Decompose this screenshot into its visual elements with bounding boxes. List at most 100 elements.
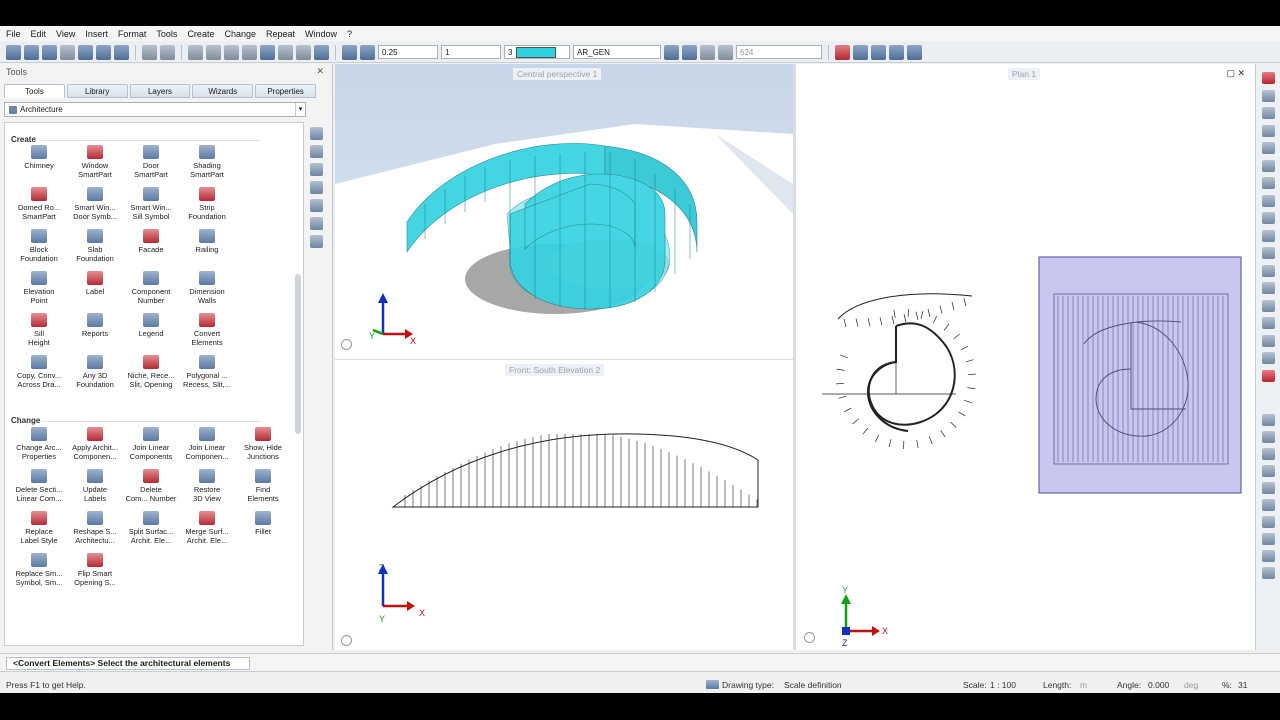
- tool-button[interactable]: Elevation Point: [11, 271, 67, 305]
- zoom-icon[interactable]: [1262, 431, 1275, 443]
- tile-icon[interactable]: [907, 44, 922, 60]
- arc-icon[interactable]: [1262, 142, 1275, 154]
- tool-button[interactable]: Slab Foundation: [67, 229, 123, 263]
- tool-button[interactable]: Replace Sm... Symbol, Sm...: [11, 553, 67, 587]
- scale-value[interactable]: 1 : 100: [990, 680, 1016, 690]
- tool-button[interactable]: Join Linear Components: [123, 427, 179, 461]
- copy-icon[interactable]: [96, 44, 111, 60]
- tool-button[interactable]: Join Linear Componen...: [179, 427, 235, 461]
- category-select[interactable]: Architecture ▾: [4, 102, 306, 117]
- menu-item[interactable]: Insert: [85, 29, 108, 39]
- tool-button[interactable]: Legend: [123, 313, 179, 338]
- tool-button[interactable]: Sill Height: [11, 313, 67, 347]
- mirror-icon[interactable]: [278, 44, 293, 60]
- format-pen-icon[interactable]: [342, 44, 357, 60]
- grid-icon[interactable]: [1262, 282, 1275, 294]
- measure-icon[interactable]: [1262, 482, 1275, 494]
- undo-icon[interactable]: [142, 44, 157, 60]
- tool-button[interactable]: Door SmartPart: [123, 145, 179, 179]
- funnel-clear-icon[interactable]: [1262, 567, 1275, 579]
- layer-visibility-icon[interactable]: [682, 44, 697, 60]
- tool-button[interactable]: Reshape S... Architectu...: [67, 511, 123, 545]
- tool-button[interactable]: Merge Surf... Archit. Ele...: [179, 511, 235, 545]
- terrain-icon[interactable]: [310, 235, 323, 248]
- tab-library[interactable]: Library: [66, 84, 128, 98]
- search-icon[interactable]: [310, 127, 323, 140]
- paste-icon[interactable]: [114, 44, 129, 60]
- tool-button[interactable]: Domed Ro... SmartPart: [11, 187, 67, 221]
- search-field[interactable]: 624: [736, 45, 822, 59]
- sum-icon[interactable]: [1262, 533, 1275, 545]
- move-icon[interactable]: [260, 44, 275, 60]
- tool-button[interactable]: Copy, Conv... Across Dra...: [11, 355, 67, 389]
- tab-tools[interactable]: Tools: [4, 84, 65, 98]
- tool-button[interactable]: Window SmartPart: [67, 145, 123, 179]
- copy-icon[interactable]: [1262, 194, 1275, 207]
- cut-icon[interactable]: [78, 44, 93, 60]
- settings-icon[interactable]: [341, 635, 352, 646]
- layer-settings-icon[interactable]: [664, 44, 679, 60]
- tool-button[interactable]: Label: [67, 271, 123, 296]
- layer-filter-icon[interactable]: [718, 44, 733, 60]
- command-prompt[interactable]: <Convert Elements> Select the architectu…: [6, 657, 250, 670]
- stair-icon[interactable]: [310, 217, 323, 230]
- tool-button[interactable]: Convert Elements: [179, 313, 235, 347]
- delete-icon[interactable]: [242, 44, 257, 60]
- color-select[interactable]: 3: [504, 45, 570, 59]
- tool-button[interactable]: Split Surfac... Archit. Ele...: [123, 511, 179, 545]
- tool-button[interactable]: Niche, Rece... Slit, Opening: [123, 355, 179, 389]
- front-elevation-viewport[interactable]: X Z Y Front: South Elevation 2: [335, 359, 793, 650]
- fill-icon[interactable]: [1262, 159, 1275, 172]
- menu-item[interactable]: Tools: [156, 29, 177, 39]
- settings-icon[interactable]: [804, 632, 815, 643]
- layout-icon[interactable]: [853, 44, 868, 60]
- tool-button[interactable]: Change Arc... Properties: [11, 427, 67, 461]
- layer-icon[interactable]: [1262, 177, 1275, 189]
- drawing-type-icon[interactable]: [706, 680, 719, 689]
- tool-button[interactable]: Apply Archit... Componen...: [67, 427, 123, 461]
- tab-layers[interactable]: Layers: [129, 84, 191, 98]
- tab-wizards[interactable]: Wizards: [192, 84, 254, 98]
- tool-button[interactable]: Any 3D Foundation: [67, 355, 123, 389]
- delete-icon[interactable]: [1262, 369, 1275, 382]
- tool-button[interactable]: Find Elements: [235, 469, 291, 503]
- tool-button[interactable]: Component Number: [123, 271, 179, 305]
- menu-item[interactable]: Create: [187, 29, 214, 39]
- line-icon[interactable]: [1262, 89, 1275, 102]
- plot-icon[interactable]: [1262, 352, 1275, 364]
- rotate-icon[interactable]: [296, 44, 311, 60]
- tool-button[interactable]: Smart Win... Door Symb...: [67, 187, 123, 221]
- menu-item[interactable]: ?: [347, 29, 352, 39]
- save-icon[interactable]: [42, 44, 57, 60]
- tool-button[interactable]: Chimney: [11, 145, 67, 170]
- tool-button[interactable]: Facade: [123, 229, 179, 254]
- window-arrange-icon[interactable]: [889, 44, 904, 60]
- funnel-icon[interactable]: [1262, 550, 1275, 562]
- tool-button[interactable]: Replace Label Style: [11, 511, 67, 545]
- stretch-icon[interactable]: [1262, 247, 1275, 259]
- viewport-splitter[interactable]: [793, 64, 795, 650]
- tool-button[interactable]: Fillet: [235, 511, 291, 536]
- tool-button[interactable]: Smart Win... Sill Symbol: [123, 187, 179, 221]
- rectangle-icon[interactable]: [188, 44, 203, 60]
- tool-button[interactable]: Shading SmartPart: [179, 145, 235, 179]
- pen-icon[interactable]: [1262, 72, 1275, 84]
- paint-icon[interactable]: [1262, 299, 1275, 312]
- layer-select[interactable]: AR_GEN: [573, 45, 661, 59]
- tool-button[interactable]: Update Labels: [67, 469, 123, 503]
- tool-button[interactable]: Flip Smart Opening S...: [67, 553, 123, 587]
- align-icon[interactable]: [1262, 499, 1275, 511]
- tab-properties[interactable]: Properties: [255, 84, 316, 98]
- roof-icon[interactable]: [310, 199, 323, 212]
- open-file-icon[interactable]: [24, 44, 39, 60]
- tool-button[interactable]: Strip Foundation: [179, 187, 235, 221]
- tool-button[interactable]: Polygonal ... Recess, Slit,...: [179, 355, 235, 389]
- plan-viewport[interactable]: X Y Z Plan 1 ▢ ✕: [795, 64, 1255, 650]
- layer-lock-icon[interactable]: [700, 44, 715, 60]
- viewport-window-controls[interactable]: ▢ ✕: [1226, 68, 1245, 79]
- menu-item[interactable]: Change: [224, 29, 256, 39]
- offset-icon[interactable]: [1262, 124, 1275, 137]
- print-icon[interactable]: [60, 44, 75, 60]
- chevron-down-icon[interactable]: ▾: [295, 103, 305, 116]
- menu-item[interactable]: File: [6, 29, 21, 39]
